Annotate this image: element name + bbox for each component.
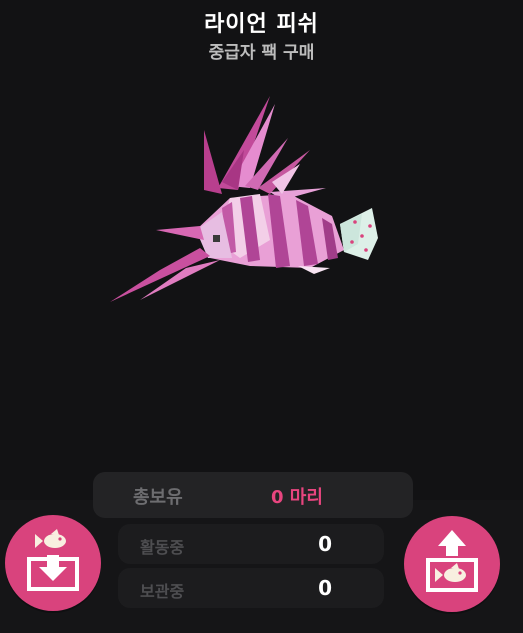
fish-name-title: 라이언 피쉬 (204, 12, 319, 37)
stored-count-row: 보관중 0 (118, 568, 384, 608)
acquisition-subtitle: 중급자 팩 구매 (208, 43, 315, 63)
release-fish-button[interactable] (404, 516, 500, 612)
fish-into-box-icon (27, 529, 79, 591)
active-value: 0 (318, 532, 332, 556)
stored-value: 0 (318, 576, 332, 600)
stored-label: 보관중 (140, 582, 185, 601)
total-owned-label: 총보유 (133, 487, 183, 508)
store-fish-button[interactable] (5, 515, 101, 611)
fish-out-of-box-icon (426, 530, 478, 592)
total-owned-value: 0 마리 (271, 487, 323, 508)
total-owned-panel: 총보유 0 마리 (93, 472, 413, 518)
lionfish-model (110, 96, 378, 302)
active-count-row: 활동중 0 (118, 524, 384, 564)
active-label: 활동중 (140, 538, 185, 557)
